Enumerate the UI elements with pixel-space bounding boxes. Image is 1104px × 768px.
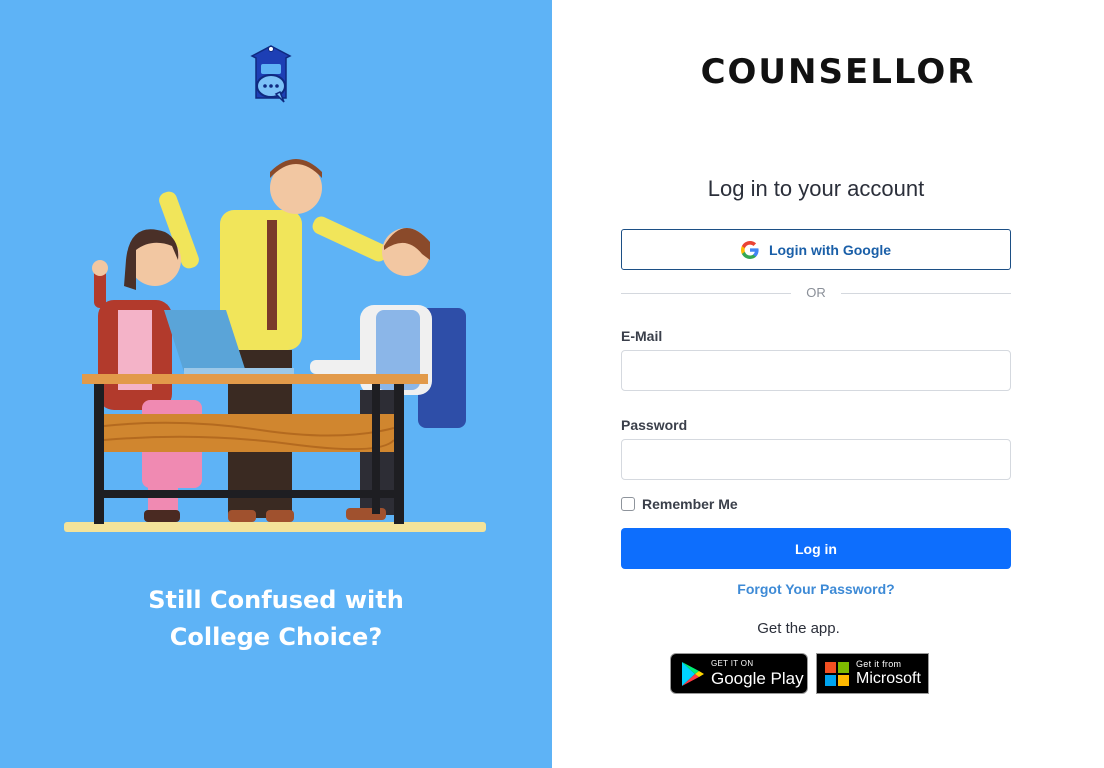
promo-tagline: Still Confused with College Choice?: [0, 582, 552, 656]
promo-panel: Still Confused with College Choice?: [0, 0, 552, 768]
password-label: Password: [621, 417, 688, 433]
divider-line-right: [841, 293, 1011, 294]
tagline-line-1: Still Confused with: [148, 586, 404, 614]
google-play-badge[interactable]: GET IT ON Google Play: [670, 653, 808, 694]
email-label: E-Mail: [621, 328, 663, 344]
google-play-icon: [682, 661, 704, 686]
forgot-password-link[interactable]: Forgot Your Password?: [621, 581, 1011, 597]
get-app-label: Get the app.: [757, 620, 840, 637]
three-people-at-desk-illustration: [64, 159, 486, 532]
remember-label: Remember Me: [642, 496, 738, 512]
chat-bubble-building-icon: [250, 45, 292, 103]
brand-title: COUNSELLOR: [700, 52, 976, 92]
google-play-big-text: Google Play: [711, 669, 804, 688]
or-divider: OR: [621, 284, 1011, 302]
microsoft-logo-icon: [825, 661, 849, 686]
microsoft-big-text: Microsoft: [856, 670, 921, 687]
google-play-text: GET IT ON Google Play: [711, 659, 804, 688]
google-play-small-text: GET IT ON: [711, 659, 754, 668]
tagline-line-2: College Choice?: [169, 623, 383, 651]
login-button[interactable]: Log in: [621, 528, 1011, 569]
remember-me[interactable]: Remember Me: [621, 496, 738, 512]
google-login-button[interactable]: Login with Google: [621, 229, 1011, 270]
microsoft-small-text: Get it from: [856, 659, 902, 669]
google-login-label: Login with Google: [768, 241, 892, 258]
remember-checkbox[interactable]: [621, 497, 635, 511]
microsoft-text: Get it from Microsoft: [856, 660, 921, 687]
google-g-icon: [740, 240, 759, 259]
login-page: Still Confused with College Choice? COUN…: [0, 0, 1104, 768]
password-field[interactable]: [621, 439, 1011, 480]
email-field[interactable]: [621, 350, 1011, 391]
login-panel: COUNSELLOR Log in to your account Login …: [552, 0, 1104, 768]
microsoft-store-badge[interactable]: Get it from Microsoft: [816, 653, 929, 694]
page-title: Log in to your account: [707, 176, 925, 201]
